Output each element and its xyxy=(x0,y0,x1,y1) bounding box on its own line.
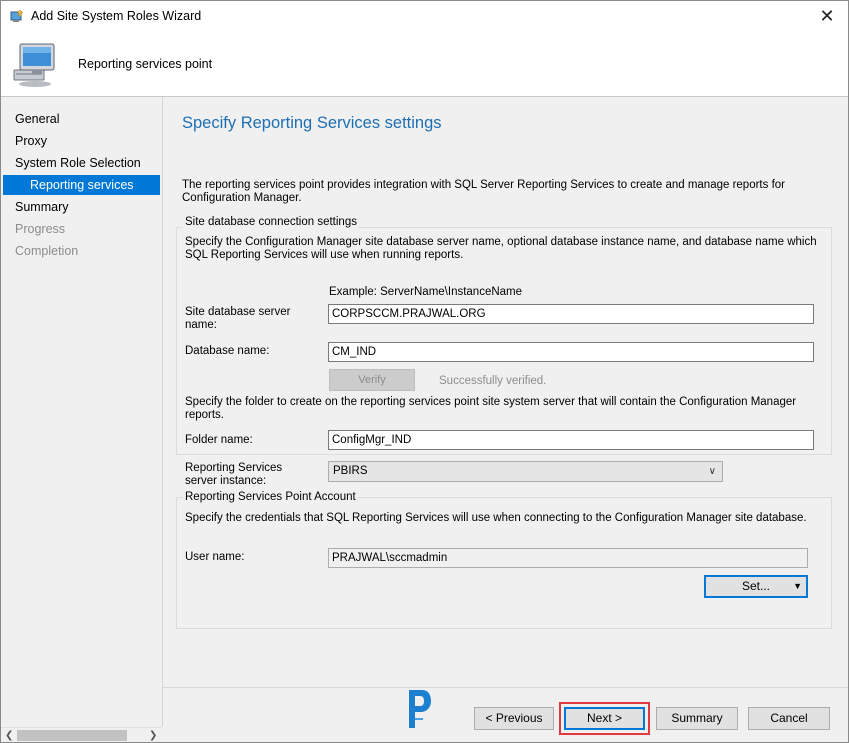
summary-button[interactable]: Summary xyxy=(656,707,738,730)
cancel-button[interactable]: Cancel xyxy=(748,707,830,730)
wizard-content: Specify Reporting Services settings The … xyxy=(163,97,848,687)
next-button-highlight xyxy=(559,702,650,735)
header-title: Reporting services point xyxy=(78,57,213,71)
folder-name-input[interactable]: ConfigMgr_IND xyxy=(328,430,814,450)
wizard-footer: < Previous Next > Summary Cancel xyxy=(163,687,848,742)
computer-monitor-icon xyxy=(13,43,55,87)
database-name-label: Database name: xyxy=(185,345,270,357)
set-button[interactable]: Set... ▼ xyxy=(704,575,808,598)
wizard-app-icon xyxy=(10,9,24,22)
sidebar-item-completion: Completion xyxy=(15,244,79,258)
server-instance-label: Reporting Services server instance: xyxy=(185,462,283,487)
sidebar-item-general[interactable]: General xyxy=(3,109,160,129)
database-name-input[interactable]: CM_IND xyxy=(328,342,814,362)
page-title: Specify Reporting Services settings xyxy=(182,114,442,132)
user-name-label: User name: xyxy=(185,551,245,563)
window-title: Add Site System Roles Wizard xyxy=(31,9,202,23)
previous-button[interactable]: < Previous xyxy=(474,707,554,730)
db-connection-group-title: Site database connection settings xyxy=(183,216,359,228)
account-group-title: Reporting Services Point Account xyxy=(183,491,358,503)
server-name-label: Site database server name: xyxy=(185,306,291,331)
page-description: The reporting services point provides in… xyxy=(182,179,785,204)
scrollbar-thumb[interactable] xyxy=(17,730,127,741)
sidebar-item-reporting-services-point[interactable]: Reporting services point xyxy=(3,175,160,212)
set-button-label: Set... xyxy=(741,579,770,593)
wizard-header: Reporting services point xyxy=(1,33,848,97)
server-instance-value: PBIRS xyxy=(333,465,368,477)
wizard-sidebar: General Proxy System Role Selection Repo… xyxy=(1,97,163,727)
db-connection-instructions: Specify the Configuration Manager site d… xyxy=(185,236,817,261)
server-instance-select[interactable]: PBIRS ∨ xyxy=(328,461,723,482)
server-example-hint: Example: ServerName\InstanceName xyxy=(329,286,523,298)
sidebar-horizontal-scrollbar[interactable]: ❮ ❯ xyxy=(1,727,162,742)
folder-name-label: Folder name: xyxy=(185,434,253,446)
title-bar: Add Site System Roles Wizard ✕ xyxy=(1,1,848,33)
dropdown-arrow-icon: ▼ xyxy=(793,581,802,591)
site-logo-icon xyxy=(409,690,431,728)
verify-status: Successfully verified. xyxy=(439,375,547,387)
scroll-left-icon[interactable]: ❮ xyxy=(5,728,13,742)
close-icon[interactable]: ✕ xyxy=(806,1,848,31)
account-instructions: Specify the credentials that SQL Reporti… xyxy=(185,512,807,524)
wizard-window: Add Site System Roles Wizard ✕ Reporting… xyxy=(0,0,849,743)
server-name-input[interactable]: CORPSCCM.PRAJWAL.ORG xyxy=(328,304,814,324)
sidebar-item-progress: Progress xyxy=(15,222,66,236)
scroll-right-icon[interactable]: ❯ xyxy=(149,728,157,742)
sidebar-item-system-role-selection[interactable]: System Role Selection xyxy=(3,153,160,173)
chevron-down-icon: ∨ xyxy=(708,466,716,477)
sidebar-item-summary[interactable]: Summary xyxy=(3,197,160,217)
user-name-field: PRAJWAL\sccmadmin xyxy=(328,548,808,568)
folder-instructions: Specify the folder to create on the repo… xyxy=(185,396,797,421)
verify-button: Verify xyxy=(329,369,415,391)
sidebar-item-proxy[interactable]: Proxy xyxy=(3,131,160,151)
